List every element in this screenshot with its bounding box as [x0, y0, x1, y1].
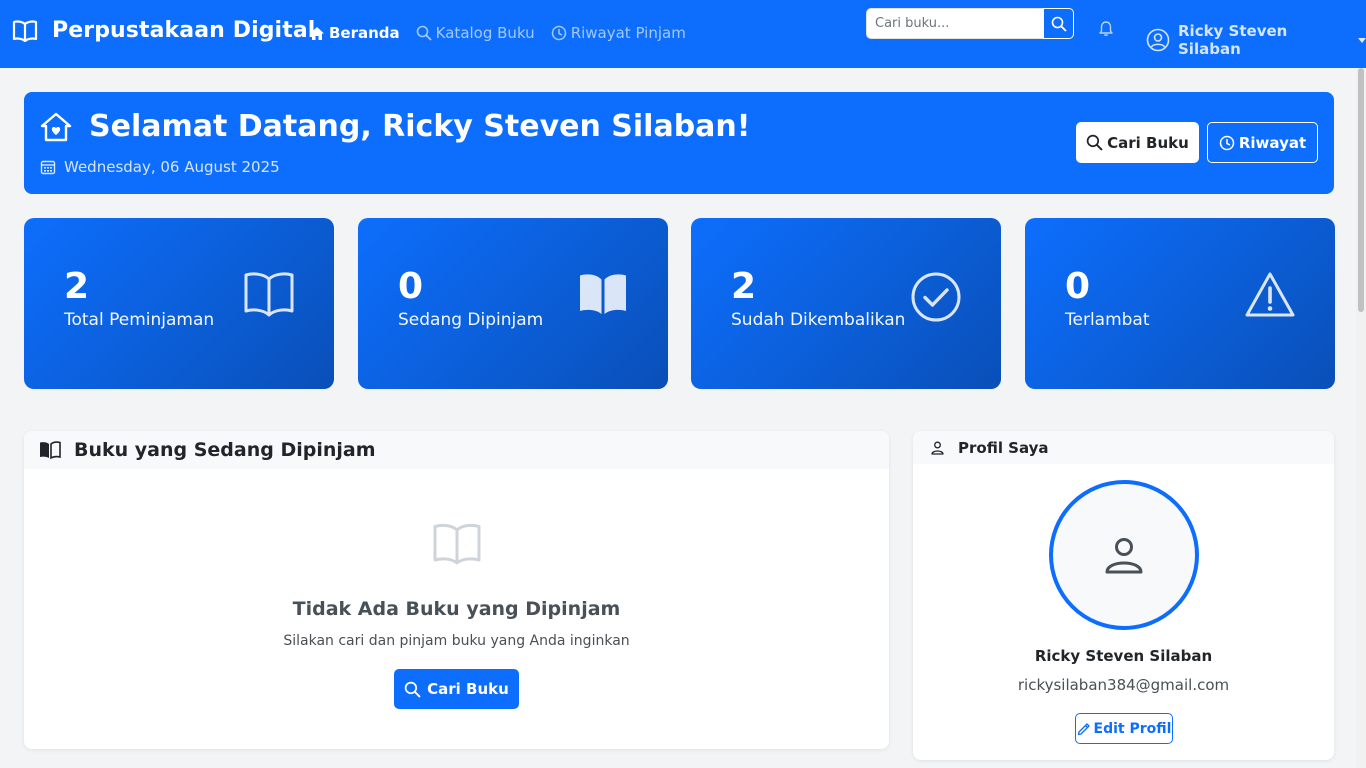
- book-open-fill-icon: [577, 271, 629, 317]
- profile-email: rickysilaban384@gmail.com: [1017, 676, 1230, 694]
- welcome-title: Selamat Datang, Ricky Steven Silaban!: [89, 109, 751, 144]
- current-date-text: Wednesday, 06 August 2025: [64, 158, 280, 176]
- stat-value: 0: [1065, 266, 1091, 307]
- panel-title: Buku yang Sedang Dipinjam: [74, 439, 376, 461]
- chevron-down-icon: [1358, 37, 1366, 43]
- search-form: [866, 8, 1074, 39]
- avatar: [1049, 480, 1199, 630]
- pencil-icon: [1077, 722, 1091, 736]
- current-date: Wednesday, 06 August 2025: [40, 158, 280, 176]
- borrowed-books-panel: Buku yang Sedang Dipinjam Tidak Ada Buku…: [24, 431, 889, 749]
- search-icon: [404, 681, 421, 698]
- search-button[interactable]: [1043, 8, 1074, 39]
- stat-label: Terlambat: [1065, 310, 1150, 330]
- stat-card-total-peminjaman: 2 Total Peminjaman: [24, 218, 334, 389]
- clock-icon: [551, 25, 567, 41]
- search-input[interactable]: [866, 8, 1043, 39]
- book-open-icon: [433, 523, 481, 565]
- stat-card-sudah-dikembalikan: 2 Sudah Dikembalikan: [691, 218, 1001, 389]
- warning-triangle-icon: [1244, 271, 1296, 319]
- house-icon: [309, 26, 325, 41]
- scrollbar-thumb[interactable]: [1358, 68, 1364, 312]
- person-icon: [1104, 535, 1144, 575]
- nav-links: Beranda Katalog Buku Riwayat Pinjam: [309, 24, 702, 42]
- notification-bell-button[interactable]: [1098, 20, 1114, 37]
- stat-label: Total Peminjaman: [64, 310, 215, 330]
- profile-panel: Profil Saya Ricky Steven Silaban rickysi…: [913, 431, 1334, 760]
- clock-icon: [1219, 135, 1235, 151]
- user-name: Ricky Steven Silaban: [1178, 22, 1288, 58]
- nav-item-beranda[interactable]: Beranda: [309, 24, 400, 42]
- check-circle-icon: [910, 271, 962, 323]
- nav-item-katalog-buku[interactable]: Katalog Buku: [416, 24, 535, 42]
- search-icon: [416, 25, 432, 41]
- nav-item-label: Katalog Buku: [435, 24, 535, 42]
- brand-title: Perpustakaan Digital: [52, 18, 316, 43]
- stat-value: 2: [64, 266, 90, 307]
- search-icon: [1086, 134, 1103, 151]
- stat-value: 0: [398, 266, 424, 307]
- calendar-icon: [40, 159, 56, 175]
- search-books-button-label: Cari Buku: [427, 680, 509, 698]
- empty-state-subtitle: Silakan cari dan pinjam buku yang Anda i…: [283, 633, 630, 649]
- nav-item-label: Riwayat Pinjam: [570, 24, 686, 42]
- empty-state-title: Tidak Ada Buku yang Dipinjam: [292, 598, 621, 620]
- stat-label: Sedang Dipinjam: [398, 310, 544, 330]
- stat-label: Sudah Dikembalikan: [731, 310, 906, 330]
- search-books-button[interactable]: Cari Buku: [394, 669, 519, 709]
- nav-item-riwayat-pinjam[interactable]: Riwayat Pinjam: [551, 24, 686, 42]
- bell-icon: [1098, 20, 1114, 37]
- book-fill-icon: [39, 441, 61, 459]
- nav-item-label: Beranda: [329, 24, 400, 42]
- search-icon: [1051, 16, 1067, 32]
- profile-name: Ricky Steven Silaban: [1034, 647, 1213, 665]
- top-navbar: Perpustakaan Digital Beranda Katalog Buk…: [0, 0, 1366, 68]
- welcome-banner: Selamat Datang, Ricky Steven Silaban! We…: [24, 92, 1334, 194]
- brand[interactable]: Perpustakaan Digital: [12, 18, 315, 43]
- user-circle-icon: [1146, 28, 1170, 52]
- panel-header: Buku yang Sedang Dipinjam: [24, 431, 889, 469]
- history-button-label: Riwayat: [1238, 133, 1307, 152]
- stat-value: 2: [731, 266, 757, 307]
- stat-card-sedang-dipinjam: 0 Sedang Dipinjam: [358, 218, 668, 389]
- panel-header: Profil Saya: [913, 431, 1334, 464]
- user-menu-dropdown[interactable]: Ricky Steven Silaban: [1146, 22, 1366, 58]
- search-books-button-label: Cari Buku: [1107, 133, 1189, 152]
- history-button[interactable]: Riwayat: [1207, 122, 1318, 163]
- person-icon: [931, 441, 944, 455]
- book-open-icon: [12, 19, 38, 42]
- house-heart-icon: [40, 112, 72, 142]
- edit-profile-button[interactable]: Edit Profil: [1075, 713, 1173, 744]
- search-books-button[interactable]: Cari Buku: [1076, 122, 1199, 163]
- panel-title: Profil Saya: [958, 438, 1049, 457]
- edit-profile-button-label: Edit Profil: [1093, 720, 1172, 737]
- book-open-icon: [243, 271, 295, 317]
- stat-card-terlambat: 0 Terlambat: [1025, 218, 1335, 389]
